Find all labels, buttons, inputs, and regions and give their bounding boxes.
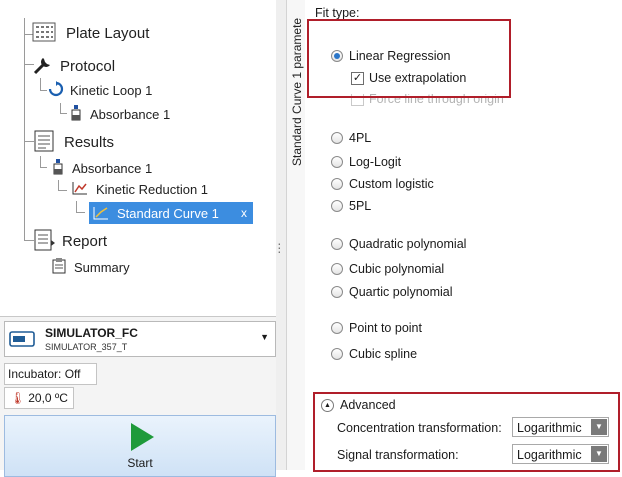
radio-button[interactable] [331, 132, 343, 144]
tree-connector [76, 201, 85, 213]
fit-quadratic-polynomial[interactable]: Quadratic polynomial [331, 237, 466, 251]
fit-type-heading: Fit type: [315, 6, 360, 20]
radio-label: Cubic spline [349, 347, 418, 361]
fit-4pl[interactable]: 4PL [331, 131, 371, 145]
wrench-icon [32, 54, 54, 79]
loop-icon [48, 81, 64, 100]
plate-grid-icon [32, 22, 56, 45]
experiment-tree: Plate Layout Protocol Kinetic Loop 1 Abs… [0, 0, 277, 317]
vertical-tab-standard-curve[interactable]: Standard Curve 1 paramete [286, 0, 306, 470]
radio-label: Log-Logit [349, 155, 402, 169]
radio-button[interactable] [331, 263, 343, 275]
fit-cubic-polynomial[interactable]: Cubic polynomial [331, 262, 444, 276]
tree-item-label: Results [64, 134, 115, 151]
tree-item-summary[interactable]: Summary [52, 258, 130, 277]
tree-item-label: Plate Layout [66, 25, 150, 42]
highlight-box-fit-type [307, 19, 511, 98]
radio-button[interactable] [331, 238, 343, 250]
thermometer-icon: 🌡 [10, 391, 26, 405]
start-button[interactable]: Start [4, 415, 276, 477]
temperature-value: 20,0 ºC [28, 391, 68, 405]
tree-connector [24, 18, 25, 240]
radio-button[interactable] [331, 348, 343, 360]
play-arrow-icon [129, 422, 155, 455]
dropdown-arrow-icon: ▼ [260, 332, 269, 342]
curve-chart-icon [72, 181, 88, 198]
tree-item-standard-curve[interactable]: Standard Curve 1 x [89, 202, 253, 224]
tree-item-report[interactable]: Report [34, 229, 107, 254]
splitter-grip-icon: · · · [277, 235, 282, 259]
radio-label: Quartic polynomial [349, 285, 453, 299]
fit-log-logit[interactable]: Log-Logit [331, 155, 401, 169]
radio-label: Custom logistic [349, 177, 434, 191]
instrument-dropdown[interactable]: SIMULATOR_FC SIMULATOR_357_T ▼ [4, 321, 276, 357]
radio-button[interactable] [331, 200, 343, 212]
radio-button[interactable] [331, 322, 343, 334]
tree-item-label: Summary [74, 260, 130, 275]
absorbance-icon [70, 105, 82, 124]
fit-point-to-point[interactable]: Point to point [331, 321, 422, 335]
fit-5pl[interactable]: 5PL [331, 199, 371, 213]
vertical-tab-label: Standard Curve 1 paramete [290, 17, 304, 166]
radio-label: 4PL [349, 131, 372, 145]
tree-item-plate-layout[interactable]: Plate Layout [32, 22, 149, 45]
tree-item-label: Kinetic Loop 1 [70, 83, 153, 98]
radio-label: Quadratic polynomial [349, 237, 467, 251]
instrument-name: SIMULATOR_FC [45, 326, 138, 340]
tree-item-results[interactable]: Results [34, 130, 114, 155]
tree-connector [58, 180, 67, 191]
tree-item-protocol[interactable]: Protocol [32, 54, 115, 79]
tree-item-kinetic-loop[interactable]: Kinetic Loop 1 [48, 81, 152, 100]
tree-item-absorbance-results[interactable]: Absorbance 1 [52, 159, 152, 178]
instrument-id: SIMULATOR_357_T [45, 342, 128, 352]
tree-item-kinetic-reduction[interactable]: Kinetic Reduction 1 [72, 181, 208, 198]
tree-item-label: Standard Curve 1 [117, 205, 219, 221]
fit-quartic-polynomial[interactable]: Quartic polynomial [331, 285, 453, 299]
radio-label: Cubic polynomial [349, 262, 445, 276]
radio-button[interactable] [331, 286, 343, 298]
tree-item-absorbance-protocol[interactable]: Absorbance 1 [70, 105, 170, 124]
temperature-display[interactable]: 🌡 20,0 ºC [4, 387, 74, 409]
absorbance-icon [52, 159, 64, 178]
tree-connector [40, 156, 47, 168]
fit-custom-logistic[interactable]: Custom logistic [331, 177, 434, 191]
highlight-box-advanced [313, 392, 620, 472]
radio-label: 5PL [349, 199, 372, 213]
tree-connector [60, 103, 67, 114]
tree-connector [24, 141, 34, 142]
incubator-status[interactable]: Incubator: Off [4, 363, 97, 385]
tree-connector [24, 240, 34, 241]
parameters-panel: Fit type: Linear Regression ✓ Use extrap… [305, 0, 622, 472]
tree-item-label: Report [62, 233, 108, 250]
report-document-icon [34, 229, 56, 254]
reader-device-icon [9, 329, 35, 352]
close-icon[interactable]: x [241, 206, 247, 220]
start-label: Start [127, 456, 153, 470]
tree-item-label: Absorbance 1 [72, 161, 153, 176]
clipboard-icon [52, 258, 66, 277]
tree-item-label: Protocol [60, 58, 116, 75]
radio-button[interactable] [331, 156, 343, 168]
radio-label: Point to point [349, 321, 422, 335]
tree-item-label: Absorbance 1 [90, 107, 171, 122]
fit-cubic-spline[interactable]: Cubic spline [331, 347, 417, 361]
tree-item-label: Kinetic Reduction 1 [96, 182, 209, 197]
tree-connector [40, 78, 47, 91]
curve-chart-icon [93, 206, 109, 220]
radio-button[interactable] [331, 178, 343, 190]
results-document-icon [34, 130, 54, 155]
